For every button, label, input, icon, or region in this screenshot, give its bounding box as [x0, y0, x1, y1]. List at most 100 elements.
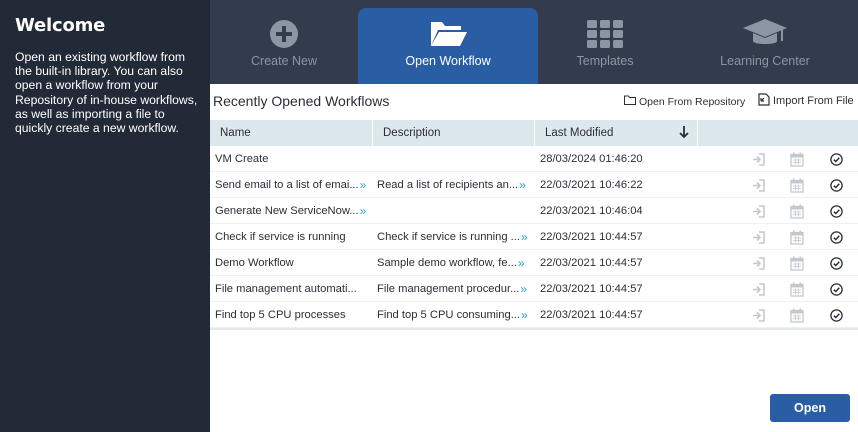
table-row[interactable]: File management automati... File manageme…	[210, 276, 858, 302]
welcome-description: Open an existing workflow from the built…	[15, 50, 198, 136]
table-row[interactable]: Send email to a list of emai...» Read a l…	[210, 172, 858, 198]
open-from-repository-label: Open From Repository	[639, 95, 746, 108]
import-from-file-label: Import From File	[773, 95, 854, 107]
login-icon[interactable]	[751, 177, 767, 193]
check-circle-icon[interactable]	[828, 281, 844, 297]
tab-open-workflow[interactable]: Open Workflow	[358, 8, 538, 84]
table-header: Name Description Last Modified	[210, 120, 858, 146]
workflow-name: Demo Workflow	[215, 257, 294, 269]
cell-name: Send email to a list of emai...»	[215, 172, 375, 198]
cell-description	[377, 198, 537, 224]
tab-label: Templates	[576, 54, 634, 68]
workflow-name: Generate New ServiceNow...	[215, 205, 359, 217]
workflow-modified: 22/03/2021 10:44:57	[540, 231, 643, 243]
cell-description: Read a list of recipients an...»	[377, 172, 537, 198]
cell-last-modified: 22/03/2021 10:44:57	[540, 224, 643, 250]
sort-descending-icon	[679, 125, 689, 142]
tab-label: Learning Center	[720, 54, 810, 68]
calendar-icon[interactable]	[789, 151, 805, 167]
workflow-name: Find top 5 CPU processes	[215, 309, 346, 321]
table-row[interactable]: Demo Workflow Sample demo workflow, fe...…	[210, 250, 858, 276]
tab-learning-center[interactable]: Learning Center	[675, 8, 855, 84]
cell-name: Demo Workflow	[215, 250, 375, 276]
cell-last-modified: 22/03/2021 10:44:57	[540, 302, 643, 328]
calendar-icon[interactable]	[789, 281, 805, 297]
workflow-description: Read a list of recipients an...	[377, 179, 519, 191]
workflow-name: Send email to a list of emai...	[215, 179, 359, 191]
recent-workflows-table: Name Description Last Modified VM Create…	[210, 120, 858, 330]
workflow-modified: 22/03/2021 10:44:57	[540, 283, 643, 295]
cell-description: Check if service is running ...»	[377, 224, 537, 250]
cell-last-modified: 28/03/2024 01:46:20	[540, 146, 643, 172]
table-row[interactable]: VM Create 28/03/2024 01:46:20	[210, 146, 858, 172]
expand-description-icon[interactable]: »	[520, 282, 527, 296]
column-header-last-modified[interactable]: Last Modified	[535, 120, 698, 146]
check-circle-icon[interactable]	[828, 255, 844, 271]
calendar-icon[interactable]	[789, 177, 805, 193]
tab-create-new[interactable]: Create New	[194, 8, 374, 84]
column-header-actions	[698, 120, 858, 146]
workflow-description: Sample demo workflow, fe...	[377, 257, 517, 269]
open-from-repository-link[interactable]: Open From Repository	[624, 95, 745, 108]
cell-name: Generate New ServiceNow...»	[215, 198, 375, 224]
expand-description-icon[interactable]: »	[521, 230, 528, 244]
check-circle-icon[interactable]	[828, 177, 844, 193]
expand-description-icon[interactable]: »	[518, 256, 525, 270]
last-modified-label: Last Modified	[545, 127, 614, 139]
import-file-icon	[758, 93, 770, 109]
workflow-modified: 22/03/2021 10:46:22	[540, 179, 643, 191]
workflow-description: Check if service is running ...	[377, 231, 521, 243]
folder-icon	[624, 95, 636, 108]
login-icon[interactable]	[751, 203, 767, 219]
cell-last-modified: 22/03/2021 10:46:22	[540, 172, 643, 198]
table-row[interactable]: Check if service is running Check if serv…	[210, 224, 858, 250]
login-icon[interactable]	[751, 255, 767, 271]
check-circle-icon[interactable]	[828, 229, 844, 245]
check-circle-icon[interactable]	[828, 151, 844, 167]
tab-bar: Create New Open Workflow Templates Learn…	[210, 0, 858, 84]
tab-templates[interactable]: Templates	[515, 8, 695, 84]
open-button[interactable]: Open	[770, 394, 850, 422]
login-icon[interactable]	[751, 307, 767, 323]
expand-description-icon[interactable]: »	[519, 178, 526, 192]
login-icon[interactable]	[751, 229, 767, 245]
check-circle-icon[interactable]	[828, 307, 844, 323]
cell-description	[377, 146, 537, 172]
grid-icon	[515, 14, 695, 54]
workflow-panel: Recently Opened Workflows Open From Repo…	[210, 84, 858, 432]
calendar-icon[interactable]	[789, 203, 805, 219]
workflow-name: VM Create	[215, 153, 269, 165]
workflow-modified: 22/03/2021 10:44:57	[540, 309, 643, 321]
column-header-description[interactable]: Description	[373, 120, 535, 146]
calendar-icon[interactable]	[789, 255, 805, 271]
panel-heading: Recently Opened Workflows	[213, 93, 390, 109]
tab-label: Open Workflow	[405, 54, 491, 68]
cell-description: Find top 5 CPU consuming...»	[377, 302, 537, 328]
expand-name-icon[interactable]: »	[360, 204, 367, 218]
expand-name-icon[interactable]: »	[360, 178, 367, 192]
calendar-icon[interactable]	[789, 307, 805, 323]
login-icon[interactable]	[751, 151, 767, 167]
table-row[interactable]: Generate New ServiceNow...» 22/03/2021 10…	[210, 198, 858, 224]
cell-description: File management procedur...»	[377, 276, 537, 302]
workflow-description: Find top 5 CPU consuming...	[377, 309, 521, 321]
cell-last-modified: 22/03/2021 10:44:57	[540, 250, 643, 276]
workflow-modified: 22/03/2021 10:44:57	[540, 257, 643, 269]
workflow-name: File management automati...	[215, 283, 357, 295]
column-header-name[interactable]: Name	[210, 120, 373, 146]
calendar-icon[interactable]	[789, 229, 805, 245]
cell-last-modified: 22/03/2021 10:44:57	[540, 276, 643, 302]
login-icon[interactable]	[751, 281, 767, 297]
plus-circle-icon	[194, 14, 374, 54]
cell-name: File management automati...	[215, 276, 375, 302]
table-row[interactable]: Find top 5 CPU processes Find top 5 CPU c…	[210, 302, 858, 328]
cell-last-modified: 22/03/2021 10:46:04	[540, 198, 643, 224]
expand-description-icon[interactable]: »	[521, 308, 528, 322]
workflow-description: File management procedur...	[377, 283, 520, 295]
table-bottom-border	[210, 328, 858, 330]
check-circle-icon[interactable]	[828, 203, 844, 219]
cell-name: VM Create	[215, 146, 375, 172]
import-from-file-link[interactable]: Import From File	[758, 93, 854, 109]
cell-name: Find top 5 CPU processes	[215, 302, 375, 328]
workflow-modified: 28/03/2024 01:46:20	[540, 153, 643, 165]
